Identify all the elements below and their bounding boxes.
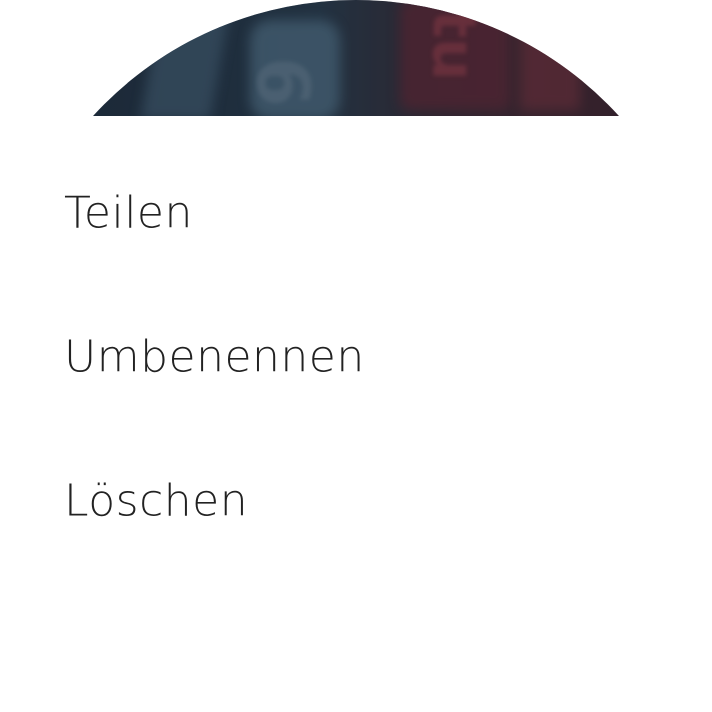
menu-item-delete[interactable]: Löschen [0, 429, 712, 573]
menu-item-rename[interactable]: Umbenennen [0, 285, 712, 429]
screen: 6 tu Teilen Umbenennen Löschen [0, 0, 712, 712]
menu-item-label: Löschen [64, 475, 249, 527]
photo-thumbnail: 6 tu [0, 0, 712, 116]
photo-header: 6 tu [0, 0, 712, 116]
menu-item-share[interactable]: Teilen [0, 141, 712, 285]
menu-item-label: Teilen [64, 187, 193, 239]
menu-item-label: Umbenennen [64, 331, 365, 383]
